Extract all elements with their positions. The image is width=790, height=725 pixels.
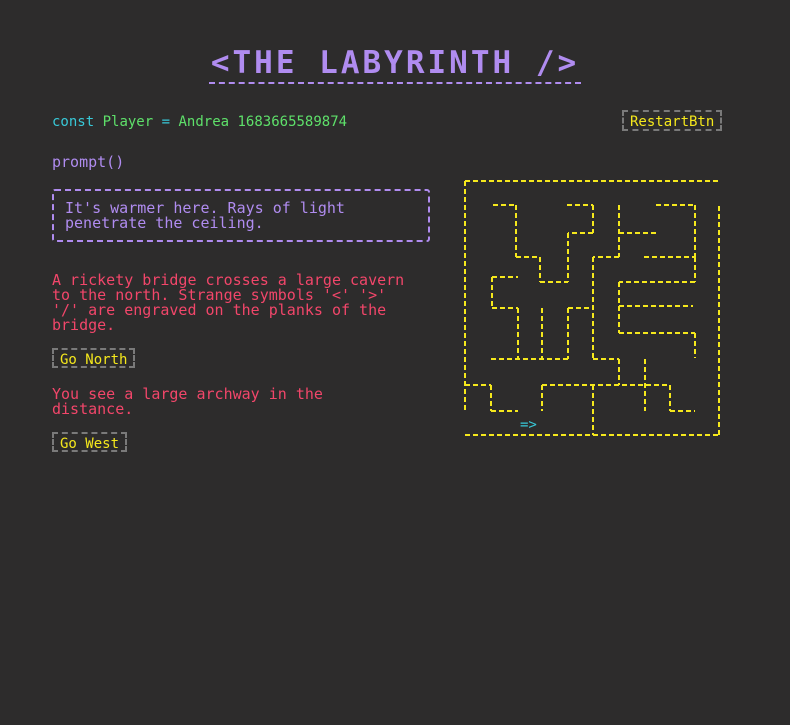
player-id: 1683665589874 [237, 114, 348, 130]
player-line: const Player = Andrea 1683665589874 [52, 114, 347, 130]
page-title: <THE LABYRINTH /> [208, 44, 582, 84]
equals-sign: = [161, 114, 171, 130]
restart-button[interactable]: RestartBtn [622, 110, 723, 131]
player-marker: => [520, 417, 537, 433]
prompt-box: It's warmer here. Rays of light penetrat… [52, 189, 430, 242]
maze-walls [464, 180, 720, 436]
option-description-north: A rickety bridge crosses a large cavern … [52, 271, 405, 334]
title-container: <THE LABYRINTH /> [0, 44, 790, 84]
prompt-label: prompt() [52, 153, 125, 171]
option-description-west: You see a large archway in the distance. [52, 385, 323, 418]
go-west-button[interactable]: Go West [52, 432, 128, 452]
go-north-button[interactable]: Go North [52, 348, 136, 368]
labyrinth-map: => [464, 180, 720, 436]
const-keyword: const [52, 114, 95, 130]
player-name: Andrea [178, 114, 230, 130]
player-label: Player [102, 114, 154, 130]
prompt-text: It's warmer here. Rays of light penetrat… [65, 199, 345, 232]
